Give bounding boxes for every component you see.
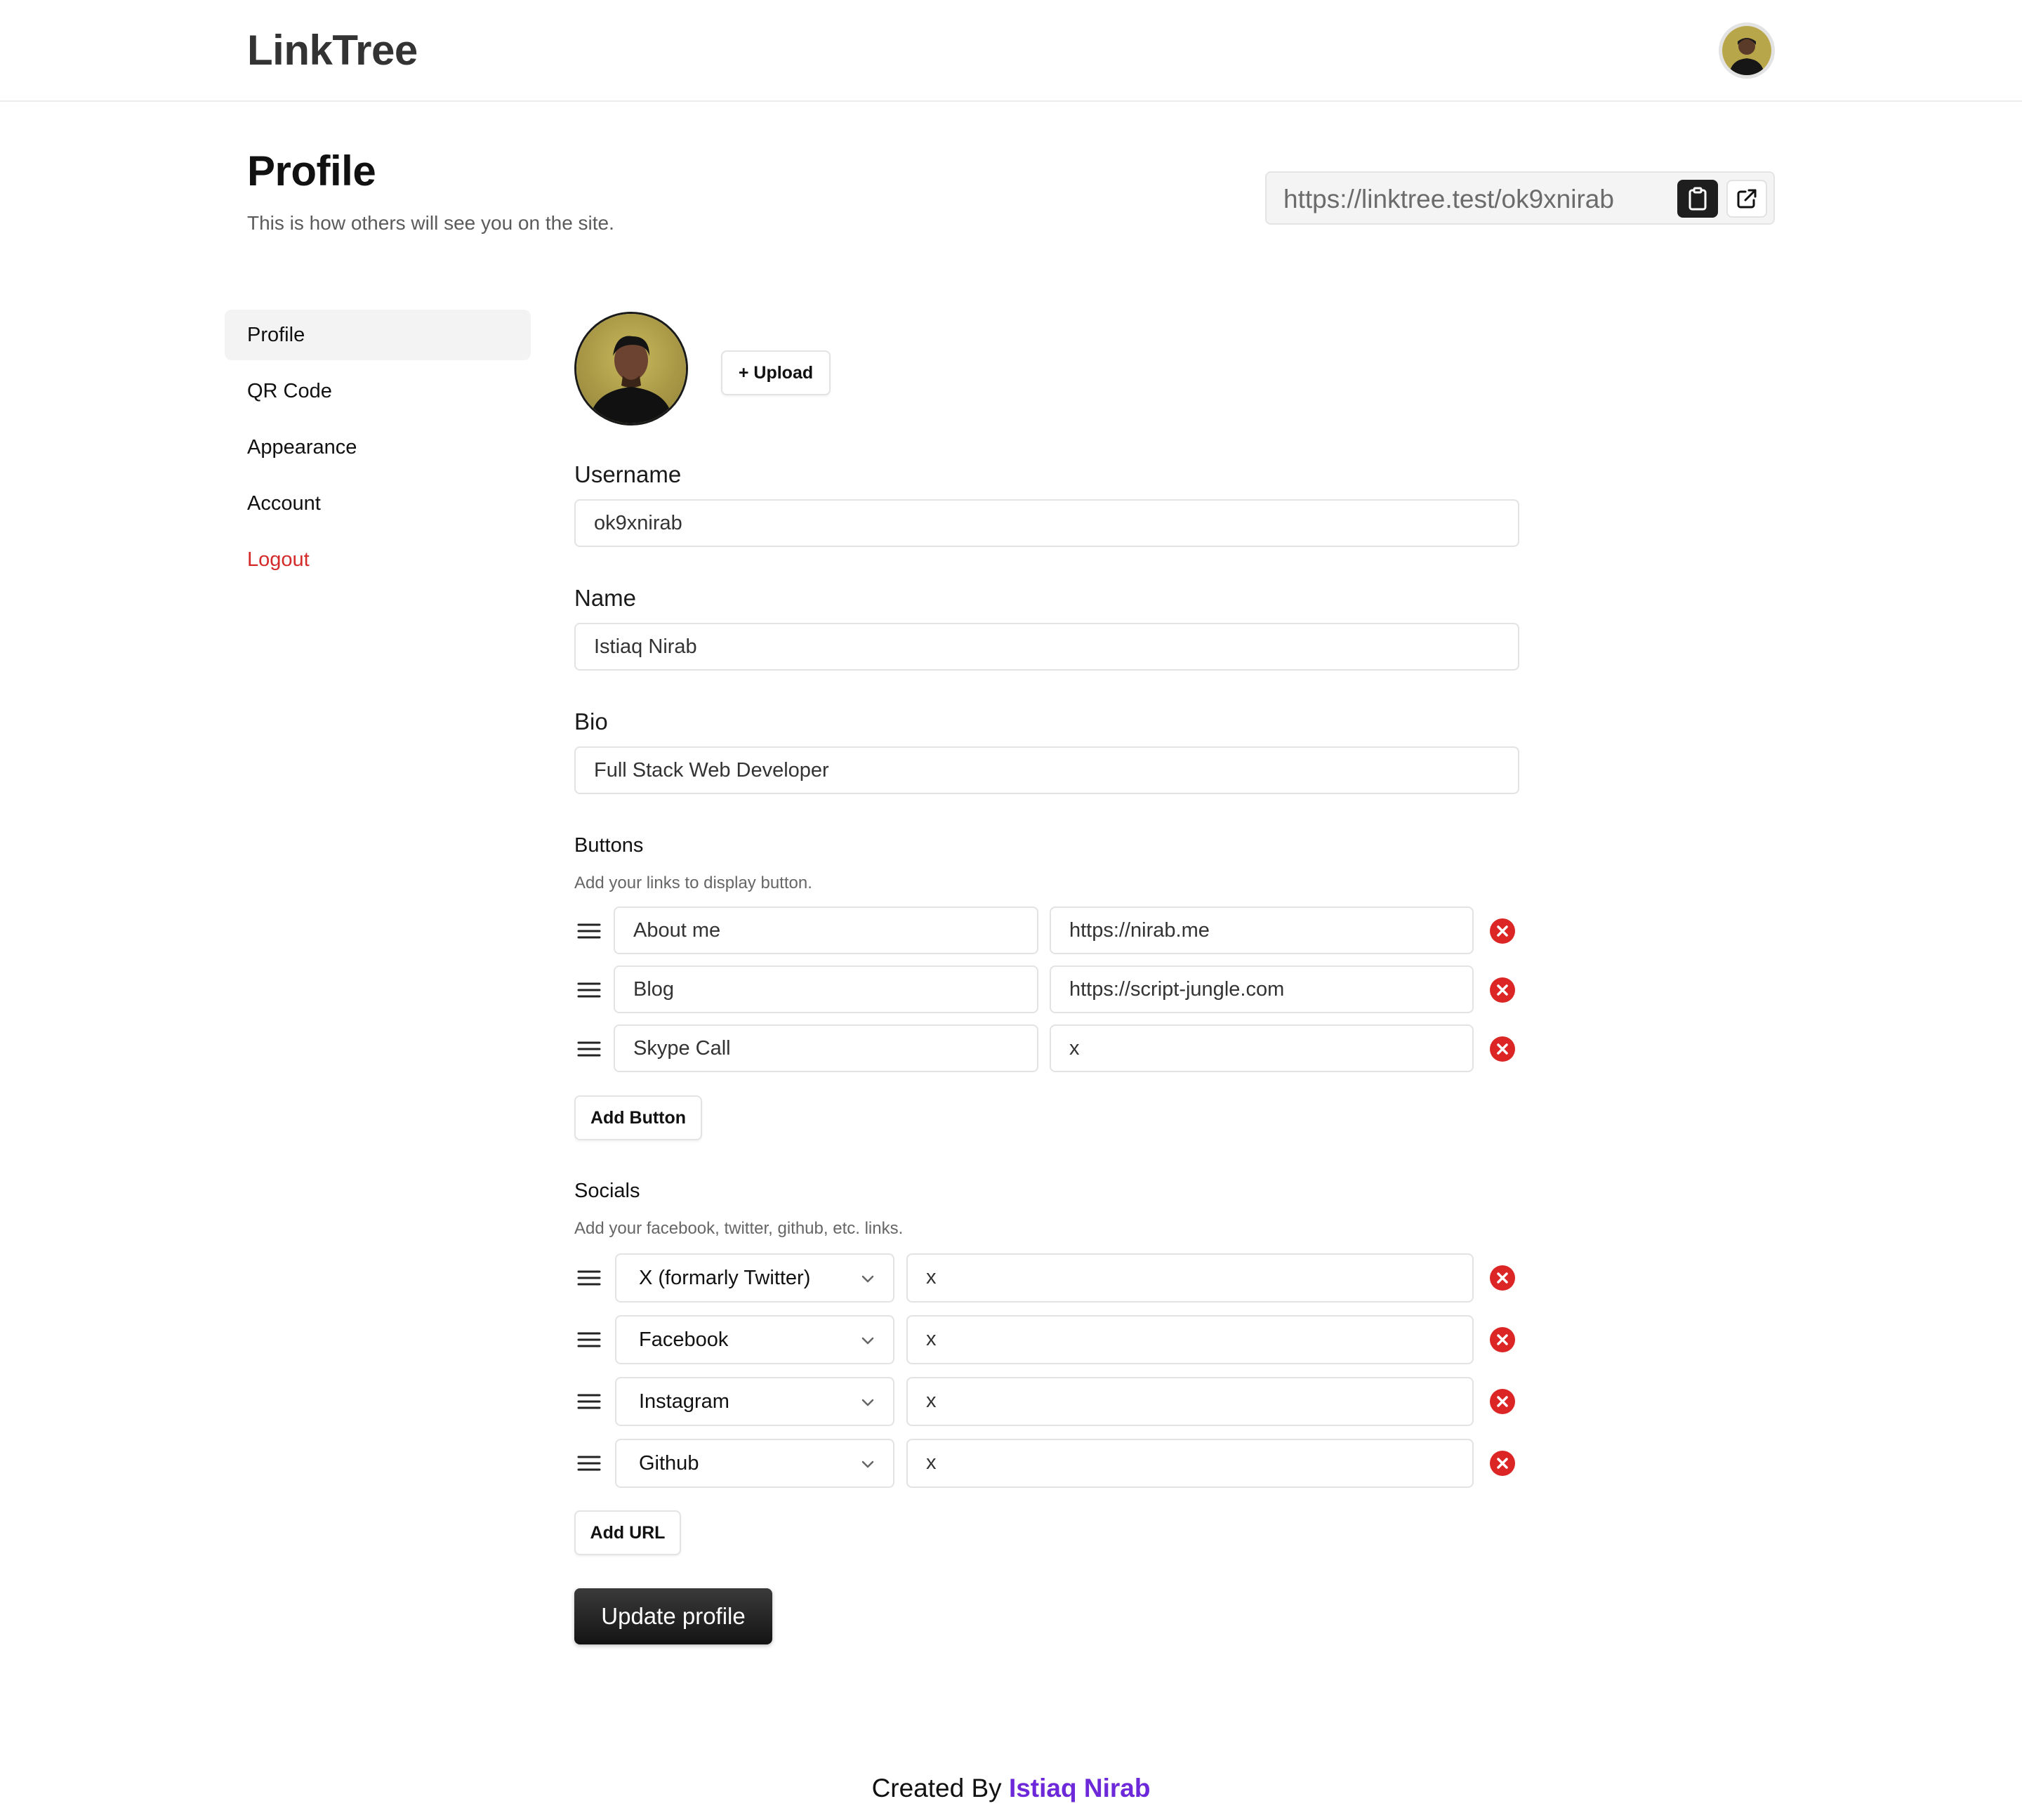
button-url-input[interactable]: https://script-jungle.com <box>1050 965 1474 1013</box>
social-platform-select[interactable]: Instagram <box>615 1377 894 1426</box>
social-platform-value: Github <box>639 1452 699 1475</box>
button-label-input[interactable]: Skype Call <box>614 1024 1038 1072</box>
remove-x-icon[interactable] <box>1490 1036 1515 1062</box>
social-platform-select[interactable]: X (formarly Twitter) <box>615 1253 894 1303</box>
page-title: Profile <box>247 147 376 194</box>
public-url-text: https://linktree.test/ok9xnirab <box>1283 185 1614 213</box>
social-url-input[interactable]: x <box>906 1315 1474 1364</box>
chevron-down-icon <box>861 1275 874 1283</box>
footer: Created By Istiaq Nirab <box>0 1772 2022 1805</box>
add-button-button[interactable]: Add Button <box>574 1095 702 1140</box>
user-avatar-menu[interactable] <box>1719 22 1775 79</box>
social-url-input[interactable]: x <box>906 1253 1474 1303</box>
public-url-box: https://linktree.test/ok9xnirab <box>1265 171 1775 225</box>
update-profile-button[interactable]: Update profile <box>574 1588 772 1644</box>
social-platform-value: Facebook <box>639 1328 729 1351</box>
sidebar-item-logout[interactable]: Logout <box>225 534 531 585</box>
social-platform-select[interactable]: Facebook <box>615 1315 894 1364</box>
name-input[interactable]: Istiaq Nirab <box>574 623 1519 671</box>
button-label-input[interactable]: About me <box>614 906 1038 954</box>
remove-x-icon[interactable] <box>1490 977 1515 1003</box>
footer-author-link[interactable]: Istiaq Nirab <box>1009 1774 1151 1802</box>
chevron-down-icon <box>861 1460 874 1468</box>
bio-label: Bio <box>574 708 608 734</box>
chevron-down-icon <box>861 1399 874 1406</box>
remove-x-icon[interactable] <box>1490 1327 1515 1352</box>
remove-x-icon[interactable] <box>1490 1451 1515 1476</box>
remove-x-icon[interactable] <box>1490 1265 1515 1291</box>
buttons-section-title: Buttons <box>574 834 644 857</box>
remove-x-icon[interactable] <box>1490 1389 1515 1414</box>
drag-handle-icon[interactable] <box>577 982 601 998</box>
drag-handle-icon[interactable] <box>577 1331 601 1348</box>
upload-avatar-button[interactable]: + Upload <box>721 350 831 395</box>
open-url-button[interactable] <box>1726 180 1767 218</box>
drag-handle-icon[interactable] <box>577 1393 601 1410</box>
top-navbar: LinkTree <box>0 0 2022 102</box>
app-logo[interactable]: LinkTree <box>247 25 418 76</box>
clipboard-icon <box>1689 187 1707 211</box>
username-label: Username <box>574 461 682 487</box>
external-link-icon <box>1737 189 1757 209</box>
button-url-input[interactable]: x <box>1050 1024 1474 1072</box>
socials-section-title: Socials <box>574 1180 640 1202</box>
remove-x-icon[interactable] <box>1490 918 1515 944</box>
social-platform-value: X (formarly Twitter) <box>639 1267 811 1289</box>
buttons-section-description: Add your links to display button. <box>574 873 812 892</box>
sidebar-item-profile[interactable]: Profile <box>225 310 531 360</box>
add-url-button[interactable]: Add URL <box>574 1510 681 1555</box>
socials-section-description: Add your facebook, twitter, github, etc.… <box>574 1219 904 1238</box>
profile-photo-icon <box>576 314 686 423</box>
drag-handle-icon[interactable] <box>577 1455 601 1472</box>
social-platform-select[interactable]: Github <box>615 1439 894 1488</box>
bio-input[interactable]: Full Stack Web Developer <box>574 746 1519 794</box>
drag-handle-icon[interactable] <box>577 1041 601 1057</box>
drag-handle-icon[interactable] <box>577 1270 601 1286</box>
footer-prefix: Created By <box>871 1774 1002 1802</box>
sidebar-item-qr-code[interactable]: QR Code <box>225 366 531 416</box>
chevron-down-icon <box>861 1337 874 1345</box>
social-url-input[interactable]: x <box>906 1439 1474 1488</box>
social-url-input[interactable]: x <box>906 1377 1474 1426</box>
button-label-input[interactable]: Blog <box>614 965 1038 1013</box>
copy-url-button[interactable] <box>1677 180 1718 218</box>
sidebar-item-account[interactable]: Account <box>225 478 531 529</box>
profile-avatar <box>574 312 688 426</box>
sidebar-item-appearance[interactable]: Appearance <box>225 422 531 473</box>
name-label: Name <box>574 585 637 611</box>
avatar-photo-icon <box>1722 26 1771 75</box>
page-subtitle: This is how others will see you on the s… <box>247 212 614 234</box>
button-url-input[interactable]: https://nirab.me <box>1050 906 1474 954</box>
username-input[interactable]: ok9xnirab <box>574 499 1519 547</box>
social-platform-value: Instagram <box>639 1390 729 1413</box>
drag-handle-icon[interactable] <box>577 923 601 939</box>
